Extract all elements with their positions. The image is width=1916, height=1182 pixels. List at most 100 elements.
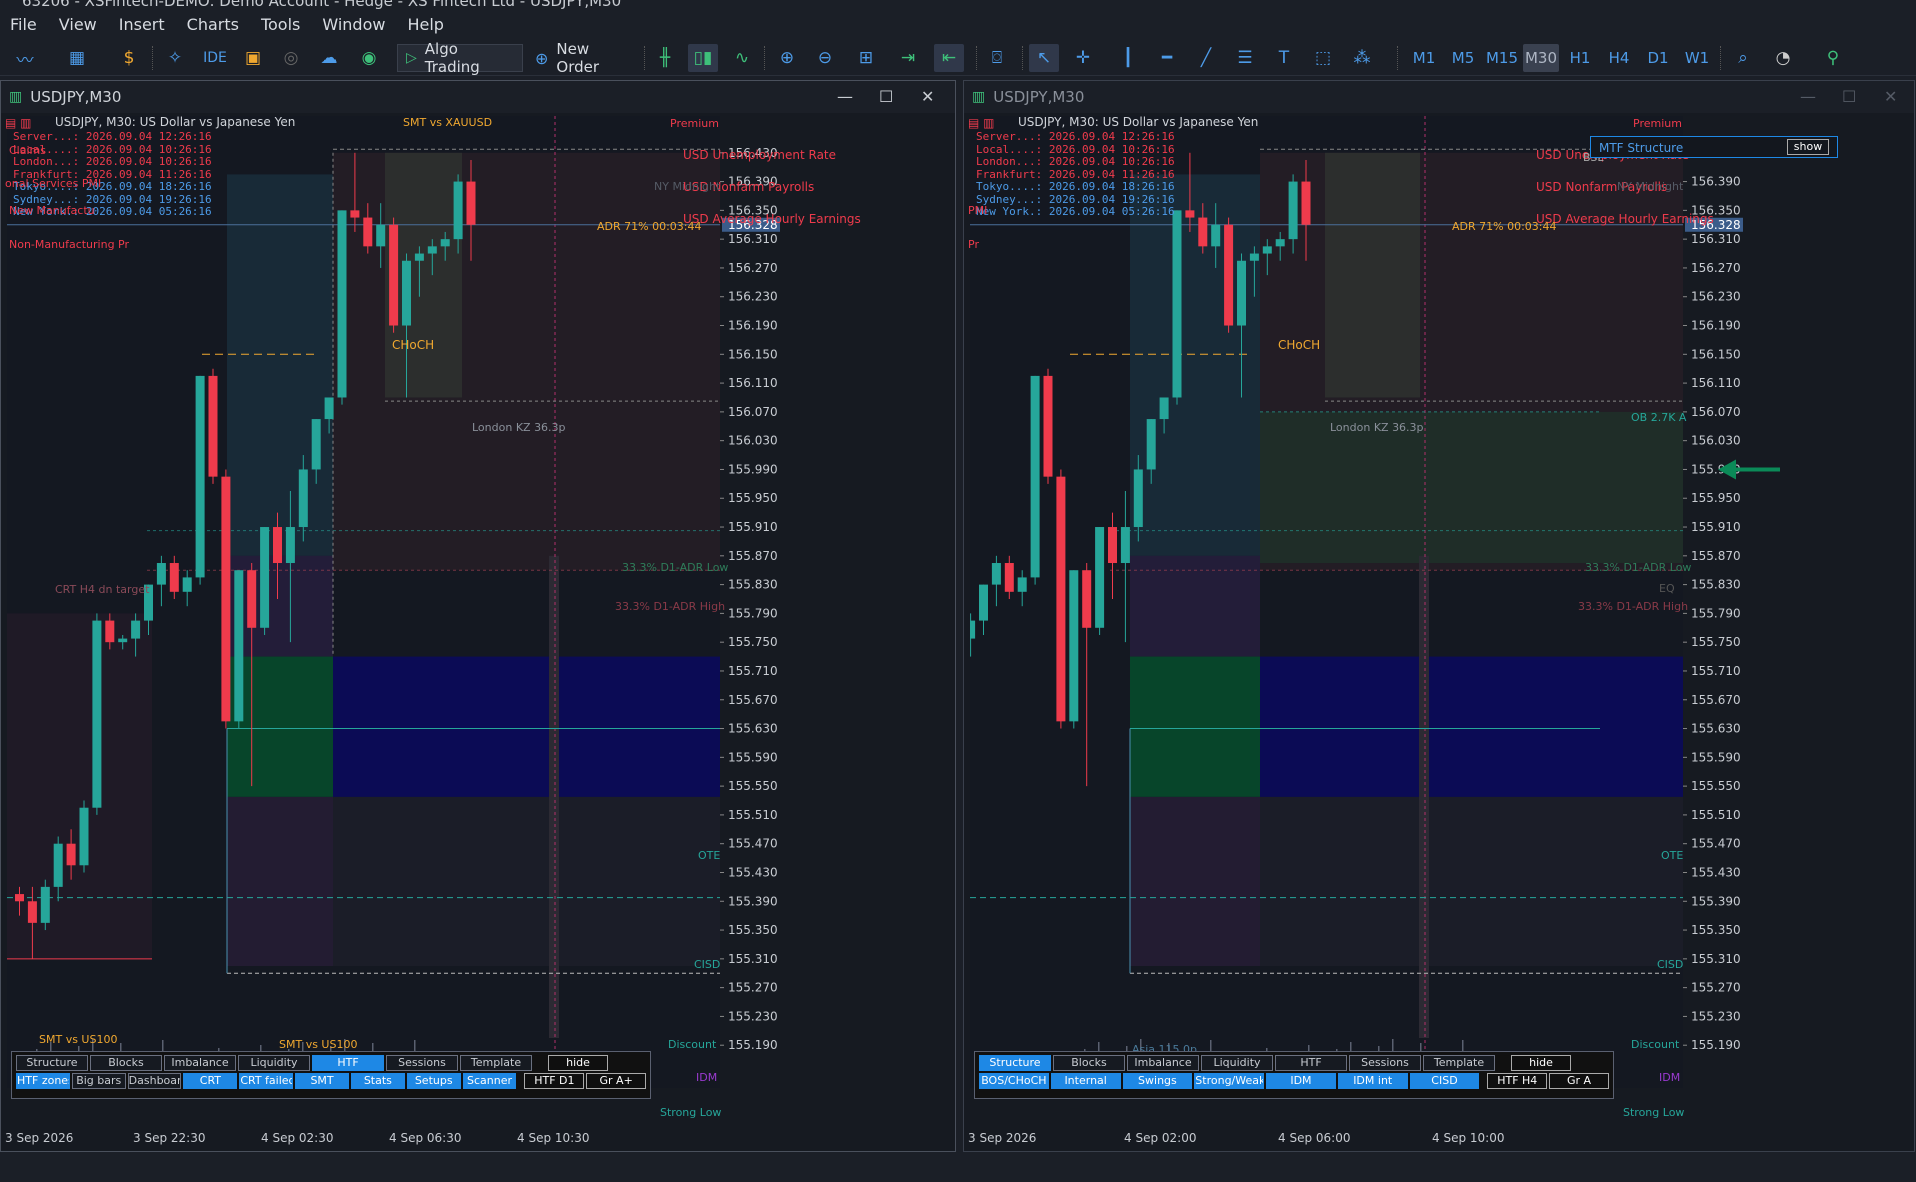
panel-button-setups[interactable]: Setups [406,1073,461,1089]
chart-shift-icon[interactable]: ⇤ [934,44,964,72]
panel-button-htf-h4[interactable]: HTF H4 [1487,1073,1548,1089]
menu-tools[interactable]: Tools [250,10,311,40]
panel-button-imbalance[interactable]: Imbalance [164,1055,236,1071]
panel-button-scanner[interactable]: Scanner [462,1073,517,1089]
maximize-icon[interactable]: ☐ [879,87,893,106]
panel-button-htf-zones[interactable]: HTF zones [16,1073,70,1089]
menu-file[interactable]: File [0,10,48,40]
price-chart-right[interactable]: 156.430156.390156.350156.310156.270156.2… [968,115,1846,1119]
grid-icon[interactable]: ⊞ [851,44,881,72]
panel-button-strong-weak[interactable]: Strong/Weak [1194,1073,1265,1089]
panel-button-crt[interactable]: CRT [183,1073,238,1089]
panel-button-hide[interactable]: hide [548,1055,608,1071]
chart-header: USDJPY, M30: US Dollar vs Japanese Yen [1018,115,1259,129]
panel-button-smt[interactable]: SMT [295,1073,349,1089]
candle-bull [1262,246,1272,254]
menu-window[interactable]: Window [311,10,396,40]
panel-button-gr-a-[interactable]: Gr A+ [586,1073,647,1089]
channel-icon[interactable]: ☰ [1230,44,1260,72]
autoscroll-icon[interactable]: ⇥ [893,44,923,72]
panel-button-gr-a[interactable]: Gr A [1549,1073,1609,1089]
panel-button-cisd[interactable]: CISD [1409,1073,1480,1089]
connection-icon[interactable]: ⚲ [1818,44,1848,72]
tf-m5[interactable]: M5 [1445,44,1481,72]
chart-window-left[interactable]: ▥ USDJPY,M30 — ☐ ✕ 156.430 156.390 156.350… [0,80,956,1152]
line-icon[interactable]: ∿ [727,44,757,72]
ide-button[interactable]: IDE [198,44,232,72]
bar-chart-icon[interactable]: ╫ [650,44,680,72]
news-label: USD Average Hourly Earnings [1536,212,1714,226]
search-icon[interactable]: ⌕ [1728,44,1758,72]
adr-high-label: 33.3% D1-ADR High [1578,600,1689,613]
panel-button-idm-int[interactable]: IDM int [1337,1073,1408,1089]
screenshot-icon[interactable]: ⌼ [982,44,1012,72]
maximize-icon[interactable]: ☐ [1842,87,1856,106]
menu-view[interactable]: View [48,10,108,40]
cursor-icon[interactable]: ↖ [1029,44,1059,72]
vertical-line-icon[interactable]: ┃ [1113,44,1143,72]
minimize-icon[interactable]: — [1800,87,1816,106]
panel-button-idm[interactable]: IDM [1266,1073,1336,1089]
panel-button-htf[interactable]: HTF [1275,1055,1347,1071]
session-clock-line: Server...: 2026.09.04 12:26:16 [13,130,212,143]
tf-h1[interactable]: H1 [1562,44,1598,72]
panel-button-htf-d1[interactable]: HTF D1 [524,1073,585,1089]
minimize-icon[interactable]: — [837,87,853,106]
chart-window-right[interactable]: ▥ USDJPY,M30 — ☐ ✕ 156.430156.390156.350… [963,80,1915,1152]
mtf-show-button[interactable]: show [1787,139,1829,155]
line-chart-icon[interactable]: 〰 [10,44,40,72]
tf-d1[interactable]: D1 [1640,44,1676,72]
tf-m15[interactable]: M15 [1484,44,1520,72]
menu-help[interactable]: Help [396,10,454,40]
close-icon[interactable]: ✕ [921,87,934,106]
cloud-icon[interactable]: ☁ [314,44,344,72]
panel-button-swings[interactable]: Swings [1122,1073,1193,1089]
ai-sparkle-icon[interactable]: ✧ [160,44,190,72]
tf-w1[interactable]: W1 [1679,44,1715,72]
menu-insert[interactable]: Insert [108,10,176,40]
panel-button-sessions[interactable]: Sessions [1349,1055,1421,1071]
text-icon[interactable]: T [1269,44,1299,72]
zoom-in-icon[interactable]: ⊕ [772,44,802,72]
panel-button-structure[interactable]: Structure [16,1055,88,1071]
crosshair-icon[interactable]: ✛ [1068,44,1098,72]
panel-button-htf[interactable]: HTF [312,1055,384,1071]
panel-button-stats[interactable]: Stats [350,1073,405,1089]
objects-icon[interactable]: ⁂ [1347,44,1377,72]
panel-button-liquidity[interactable]: Liquidity [1201,1055,1273,1071]
shapes-icon[interactable]: ⬚ [1308,44,1338,72]
chart-type-icon[interactable]: ▦ [62,44,92,72]
price-tick-label: 156.230 [728,290,778,304]
vps-icon[interactable]: ◉ [354,44,384,72]
market-icon[interactable]: $ [114,44,144,72]
panel-button-template[interactable]: Template [1423,1055,1495,1071]
horizontal-line-icon[interactable]: ━ [1152,44,1182,72]
notifications-icon[interactable]: ◔ [1768,44,1798,72]
panel-button-dashboard[interactable]: Dashboard [127,1073,182,1089]
panel-button-blocks[interactable]: Blocks [1053,1055,1125,1071]
price-chart-left[interactable]: 156.430 156.390 156.350 156.310 156.270 156.2… [5,115,883,1119]
trendline-icon[interactable]: ╱ [1191,44,1221,72]
panel-button-internal[interactable]: Internal [1050,1073,1121,1089]
shop-bag-icon[interactable]: ▣ [238,44,268,72]
panel-button-sessions[interactable]: Sessions [386,1055,458,1071]
panel-button-template[interactable]: Template [460,1055,532,1071]
candlestick-icon[interactable]: ▯▮ [688,44,718,72]
panel-button-blocks[interactable]: Blocks [90,1055,162,1071]
tf-m30[interactable]: M30 [1523,44,1559,72]
panel-button-hide[interactable]: hide [1511,1055,1571,1071]
close-icon[interactable]: ✕ [1884,87,1897,106]
menu-charts[interactable]: Charts [176,10,250,40]
tf-h4[interactable]: H4 [1601,44,1637,72]
new-order-button[interactable]: ⊕ New Order [527,40,639,76]
panel-button-big-bars[interactable]: Big bars [71,1073,126,1089]
panel-button-liquidity[interactable]: Liquidity [238,1055,310,1071]
panel-button-bos-choch[interactable]: BOS/CHoCH [979,1073,1049,1089]
panel-button-structure[interactable]: Structure [979,1055,1051,1071]
tf-m1[interactable]: M1 [1406,44,1442,72]
algo-trading-button[interactable]: ▷ Algo Trading [397,40,523,76]
panel-button-crt-failed[interactable]: CRT failed [239,1073,294,1089]
panel-button-imbalance[interactable]: Imbalance [1127,1055,1199,1071]
signal-icon[interactable]: ◎ [276,44,306,72]
zoom-out-icon[interactable]: ⊖ [810,44,840,72]
